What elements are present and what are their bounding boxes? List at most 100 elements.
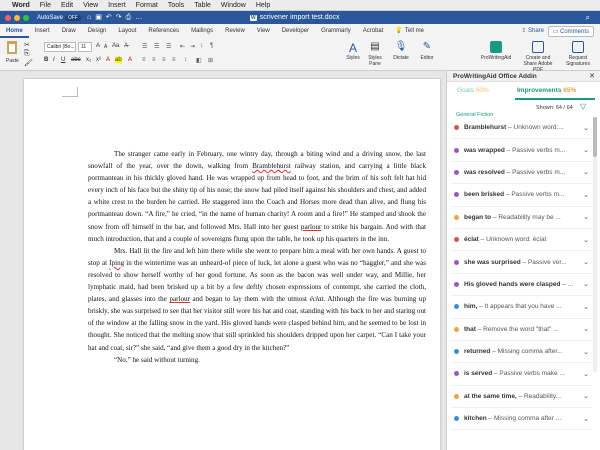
- superscript-button[interactable]: x²: [96, 57, 101, 63]
- suggestion-item[interactable]: was resolved – Passive verbs m... ⌄: [451, 162, 591, 185]
- menu-item-edit[interactable]: Edit: [61, 2, 73, 9]
- close-window-button[interactable]: [5, 14, 11, 21]
- bold-button[interactable]: B: [44, 57, 48, 63]
- menu-item-tools[interactable]: Tools: [168, 2, 184, 9]
- chevron-down-icon[interactable]: ⌄: [581, 258, 591, 266]
- suggestion-item[interactable]: Bramblehurst – Unknown word:... ⌄: [451, 117, 591, 140]
- paragraph[interactable]: “No,” he said without turning.: [88, 354, 426, 366]
- highlight-icon[interactable]: ab: [115, 57, 122, 63]
- document-page[interactable]: The stranger came early in February, one…: [24, 79, 440, 450]
- print-icon[interactable]: ⎙: [126, 14, 136, 21]
- tab-review[interactable]: Review: [219, 24, 251, 38]
- close-icon[interactable]: ✕: [589, 71, 595, 82]
- chevron-down-icon[interactable]: ⌄: [581, 236, 591, 244]
- tab-developer[interactable]: Developer: [276, 24, 315, 38]
- share-button[interactable]: ⇪ Share: [521, 27, 544, 34]
- create-share-pdf-button[interactable]: Create and Share Adobe PDF: [520, 41, 556, 73]
- menu-item-table[interactable]: Table: [194, 2, 211, 9]
- dictate-button[interactable]: 🎙 Dictate: [392, 41, 410, 61]
- tab-view[interactable]: View: [251, 24, 276, 38]
- align-center-icon[interactable]: ≡: [152, 57, 156, 63]
- grow-font-icon[interactable]: A: [96, 43, 100, 49]
- align-right-icon[interactable]: ≡: [162, 57, 166, 63]
- suggestion-item[interactable]: began to – Readability may be ... ⌄: [451, 207, 591, 229]
- editor-button[interactable]: ✎ Editor: [418, 41, 436, 61]
- pane-scrollbar[interactable]: [593, 117, 597, 372]
- suggestion-item[interactable]: that – Remove the word "that" ... ⌄: [451, 319, 591, 341]
- chevron-down-icon[interactable]: ⌄: [581, 191, 591, 199]
- more-icon[interactable]: …: [135, 14, 146, 21]
- underline-button[interactable]: U: [61, 57, 65, 63]
- menu-item-word[interactable]: Word: [12, 2, 30, 9]
- redo-icon[interactable]: ↷: [116, 14, 126, 21]
- tab-mailings[interactable]: Mailings: [185, 24, 219, 38]
- prowritingaid-button[interactable]: ProWritingAid: [478, 41, 514, 61]
- borders-icon[interactable]: ⊞: [208, 57, 213, 64]
- tab-draw[interactable]: Draw: [56, 24, 82, 38]
- suggestion-item[interactable]: him, – It appears that you have ... ⌄: [451, 296, 591, 319]
- suggestion-item[interactable]: she was surprised – Passive ver... ⌄: [451, 251, 591, 274]
- tell-me-box[interactable]: 💡 Tell me: [389, 24, 430, 38]
- tab-home[interactable]: Home: [0, 24, 29, 38]
- menu-item-insert[interactable]: Insert: [108, 2, 126, 9]
- italic-button[interactable]: I: [53, 57, 55, 63]
- suggestion-item[interactable]: éclat – Unknown word: éclat ⌄: [451, 229, 591, 252]
- suggestion-item[interactable]: is served – Passive verbs make ... ⌄: [451, 363, 591, 386]
- menu-item-view[interactable]: View: [83, 2, 98, 9]
- scrollbar-thumb[interactable]: [593, 117, 597, 157]
- tab-grammarly[interactable]: Grammarly: [315, 24, 357, 38]
- suggestion-item[interactable]: returned – Missing comma after... ⌄: [451, 341, 591, 364]
- paragraph[interactable]: Mrs. Hall lit the fire and left him ther…: [88, 245, 426, 354]
- chevron-down-icon[interactable]: ⌄: [581, 280, 591, 288]
- subscript-button[interactable]: x₂: [86, 57, 91, 63]
- undo-icon[interactable]: ↶: [106, 14, 116, 21]
- styles-button[interactable]: A Styles: [340, 41, 366, 61]
- chevron-down-icon[interactable]: ⌄: [581, 415, 591, 423]
- menu-item-window[interactable]: Window: [221, 2, 246, 9]
- suggestion-item[interactable]: at the same time, – Readability... ⌄: [451, 386, 591, 409]
- chevron-down-icon[interactable]: ⌄: [581, 370, 591, 378]
- text-effects-icon[interactable]: A: [106, 57, 110, 63]
- menu-item-format[interactable]: Format: [136, 2, 158, 9]
- request-signatures-button[interactable]: Request Signatures: [560, 41, 596, 67]
- font-color-icon[interactable]: A: [128, 57, 132, 63]
- copy-icon[interactable]: ⎘: [24, 50, 30, 58]
- paragraph[interactable]: The stranger came early in February, one…: [88, 148, 426, 245]
- tab-design[interactable]: Design: [82, 24, 113, 38]
- show-formatting-icon[interactable]: ¶: [210, 43, 213, 49]
- styles-pane-button[interactable]: ▤ Styles Pane: [366, 41, 384, 67]
- save-icon[interactable]: ▣: [95, 14, 106, 21]
- chevron-down-icon[interactable]: ⌄: [581, 146, 591, 154]
- change-case-icon[interactable]: Aa: [112, 43, 119, 49]
- clear-formatting-icon[interactable]: A̶: [124, 43, 128, 49]
- tab-insert[interactable]: Insert: [29, 24, 56, 38]
- suggestion-item[interactable]: His gloved hands were clasped – ... ⌄: [451, 274, 591, 297]
- comments-button[interactable]: ▭ Comments: [547, 26, 594, 37]
- numbering-icon[interactable]: ☰: [154, 43, 159, 50]
- justify-icon[interactable]: ≡: [172, 57, 176, 63]
- shading-icon[interactable]: ◧: [196, 57, 202, 64]
- suggestion-item[interactable]: kitchen – Missing comma after ... ⌄: [451, 408, 591, 431]
- chevron-down-icon[interactable]: ⌄: [581, 392, 591, 400]
- chevron-down-icon[interactable]: ⌄: [581, 348, 591, 356]
- menu-item-help[interactable]: Help: [256, 2, 270, 9]
- font-size-select[interactable]: 11: [78, 42, 92, 52]
- increase-indent-icon[interactable]: ⇥: [190, 43, 195, 50]
- align-left-icon[interactable]: ≡: [142, 57, 146, 63]
- multilevel-list-icon[interactable]: ☰: [166, 43, 171, 50]
- font-name-select[interactable]: Calibri (Bo...: [44, 42, 76, 52]
- autosave-toggle[interactable]: AutoSave OFF: [37, 14, 82, 21]
- suggestion-item[interactable]: been brisked – Passive verbs m... ⌄: [451, 184, 591, 207]
- chevron-down-icon[interactable]: ⌄: [581, 303, 591, 311]
- paste-icon[interactable]: [7, 41, 17, 54]
- menu-item-file[interactable]: File: [40, 2, 51, 9]
- strikethrough-button[interactable]: abc: [71, 57, 81, 63]
- cut-icon[interactable]: ✂: [24, 41, 30, 49]
- bullets-icon[interactable]: ☰: [142, 43, 147, 50]
- chevron-down-icon[interactable]: ⌄: [581, 168, 591, 176]
- tab-references[interactable]: References: [142, 24, 185, 38]
- tab-acrobat[interactable]: Acrobat: [357, 24, 390, 38]
- sort-icon[interactable]: ↕: [200, 43, 203, 49]
- search-icon[interactable]: ⌕: [586, 13, 590, 23]
- chevron-down-icon[interactable]: ⌄: [581, 213, 591, 221]
